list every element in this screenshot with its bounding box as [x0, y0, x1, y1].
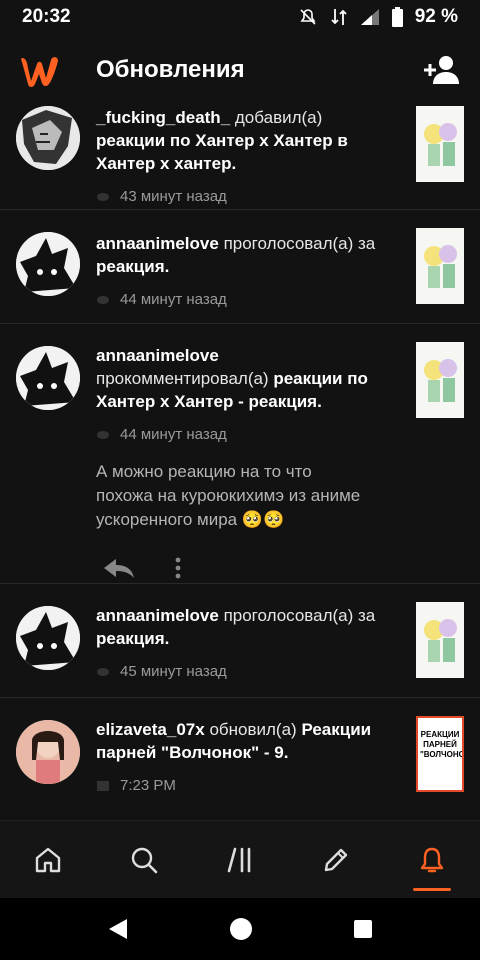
timestamp: 44 минут назад: [120, 291, 227, 308]
username[interactable]: annaanimelove: [96, 234, 219, 253]
home-button-icon[interactable]: [229, 917, 253, 941]
updates-feed[interactable]: _fucking_death_ добавил(а) реакции по Ха…: [0, 106, 480, 820]
bottom-navigation: [0, 820, 480, 898]
status-time: 20:32: [22, 6, 71, 27]
recents-icon[interactable]: [353, 919, 373, 939]
avatar[interactable]: [16, 720, 80, 784]
nav-notifications[interactable]: [409, 837, 455, 891]
timestamp: 44 минут назад: [120, 426, 227, 443]
avatar[interactable]: [16, 606, 80, 670]
feed-text: _fucking_death_ добавил(а) реакции по Ха…: [96, 106, 396, 208]
story-cover[interactable]: [416, 106, 464, 182]
library-icon: [227, 847, 251, 872]
username[interactable]: elizaveta_07x: [96, 720, 205, 739]
reply-icon[interactable]: [102, 557, 136, 579]
action-text: обновил(а): [209, 720, 297, 739]
feed-text: annaanimelove прокомментировал(а) реакци…: [96, 344, 396, 580]
notifications-icon: [420, 847, 444, 872]
story-title-link[interactable]: реакция.: [96, 257, 169, 276]
story-cover[interactable]: РЕАКЦИИ ПАРНЕЙ "ВОЛЧОНОК": [416, 716, 464, 792]
add-user-icon[interactable]: [422, 50, 462, 90]
feed-text: elizaveta_07x обновил(а) Реакции парней …: [96, 718, 396, 797]
battery-percent: 92 %: [414, 6, 458, 27]
story-title-link[interactable]: реакция.: [96, 629, 169, 648]
mute-icon: [300, 9, 316, 25]
signal-icon: [360, 9, 379, 25]
comment-text: А можно реакцию на то что похожа на куро…: [96, 462, 361, 529]
feed-text: annaanimelove проголосовал(а) за реакция…: [96, 232, 396, 311]
more-options-icon[interactable]: [174, 556, 182, 580]
timestamp: 45 минут назад: [120, 663, 227, 680]
eye-icon: [97, 430, 109, 439]
feed-item[interactable]: annaanimelove проголосовал(а) за реакция…: [0, 584, 480, 698]
eye-icon: [97, 667, 109, 676]
avatar[interactable]: [16, 346, 80, 410]
feed-item[interactable]: annaanimelove проголосовал(а) за реакция…: [0, 210, 480, 324]
data-icon: [331, 9, 347, 25]
timestamp: 7:23 PM: [120, 777, 176, 794]
feed-item[interactable]: _fucking_death_ добавил(а) реакции по Ха…: [0, 106, 480, 210]
username[interactable]: _fucking_death_: [96, 108, 230, 127]
timestamp: 43 минут назад: [120, 188, 227, 205]
action-text: проголосовал(а) за: [223, 606, 376, 625]
action-text: прокомментировал(а): [96, 369, 269, 388]
nav-write[interactable]: [313, 837, 359, 883]
action-text: проголосовал(а) за: [223, 234, 376, 253]
book-icon: [97, 780, 109, 791]
avatar[interactable]: [16, 106, 80, 170]
app-header: Обновления: [0, 34, 480, 106]
story-cover[interactable]: [416, 228, 464, 304]
username[interactable]: annaanimelove: [96, 606, 219, 625]
eye-icon: [97, 295, 109, 304]
nav-library[interactable]: [217, 837, 263, 883]
home-icon: [35, 847, 61, 872]
nav-search[interactable]: [121, 837, 167, 883]
feed-item[interactable]: annaanimelove прокомментировал(а) реакци…: [0, 324, 480, 584]
action-text: добавил(а): [234, 108, 323, 127]
cover-title: РЕАКЦИИ ПАРНЕЙ "ВОЛЧОНОК": [420, 730, 462, 759]
story-cover[interactable]: [416, 602, 464, 678]
feed-text: annaanimelove проголосовал(а) за реакция…: [96, 604, 396, 683]
eye-icon: [97, 192, 109, 201]
story-cover[interactable]: [416, 342, 464, 418]
battery-icon: [391, 7, 403, 27]
nav-home[interactable]: [25, 837, 71, 883]
wattpad-logo-icon[interactable]: [18, 48, 62, 92]
back-icon[interactable]: [107, 917, 129, 941]
feed-item[interactable]: elizaveta_07x обновил(а) Реакции парней …: [0, 698, 480, 820]
username[interactable]: annaanimelove: [96, 346, 219, 365]
write-icon: [324, 848, 348, 871]
system-navigation: [0, 898, 480, 960]
search-icon: [131, 847, 158, 873]
status-bar: 20:32 92 %: [0, 0, 480, 34]
page-title: Обновления: [96, 56, 245, 83]
story-title-link[interactable]: реакции по Хантер х Хантер в Хантер х ха…: [96, 131, 348, 173]
avatar[interactable]: [16, 232, 80, 296]
